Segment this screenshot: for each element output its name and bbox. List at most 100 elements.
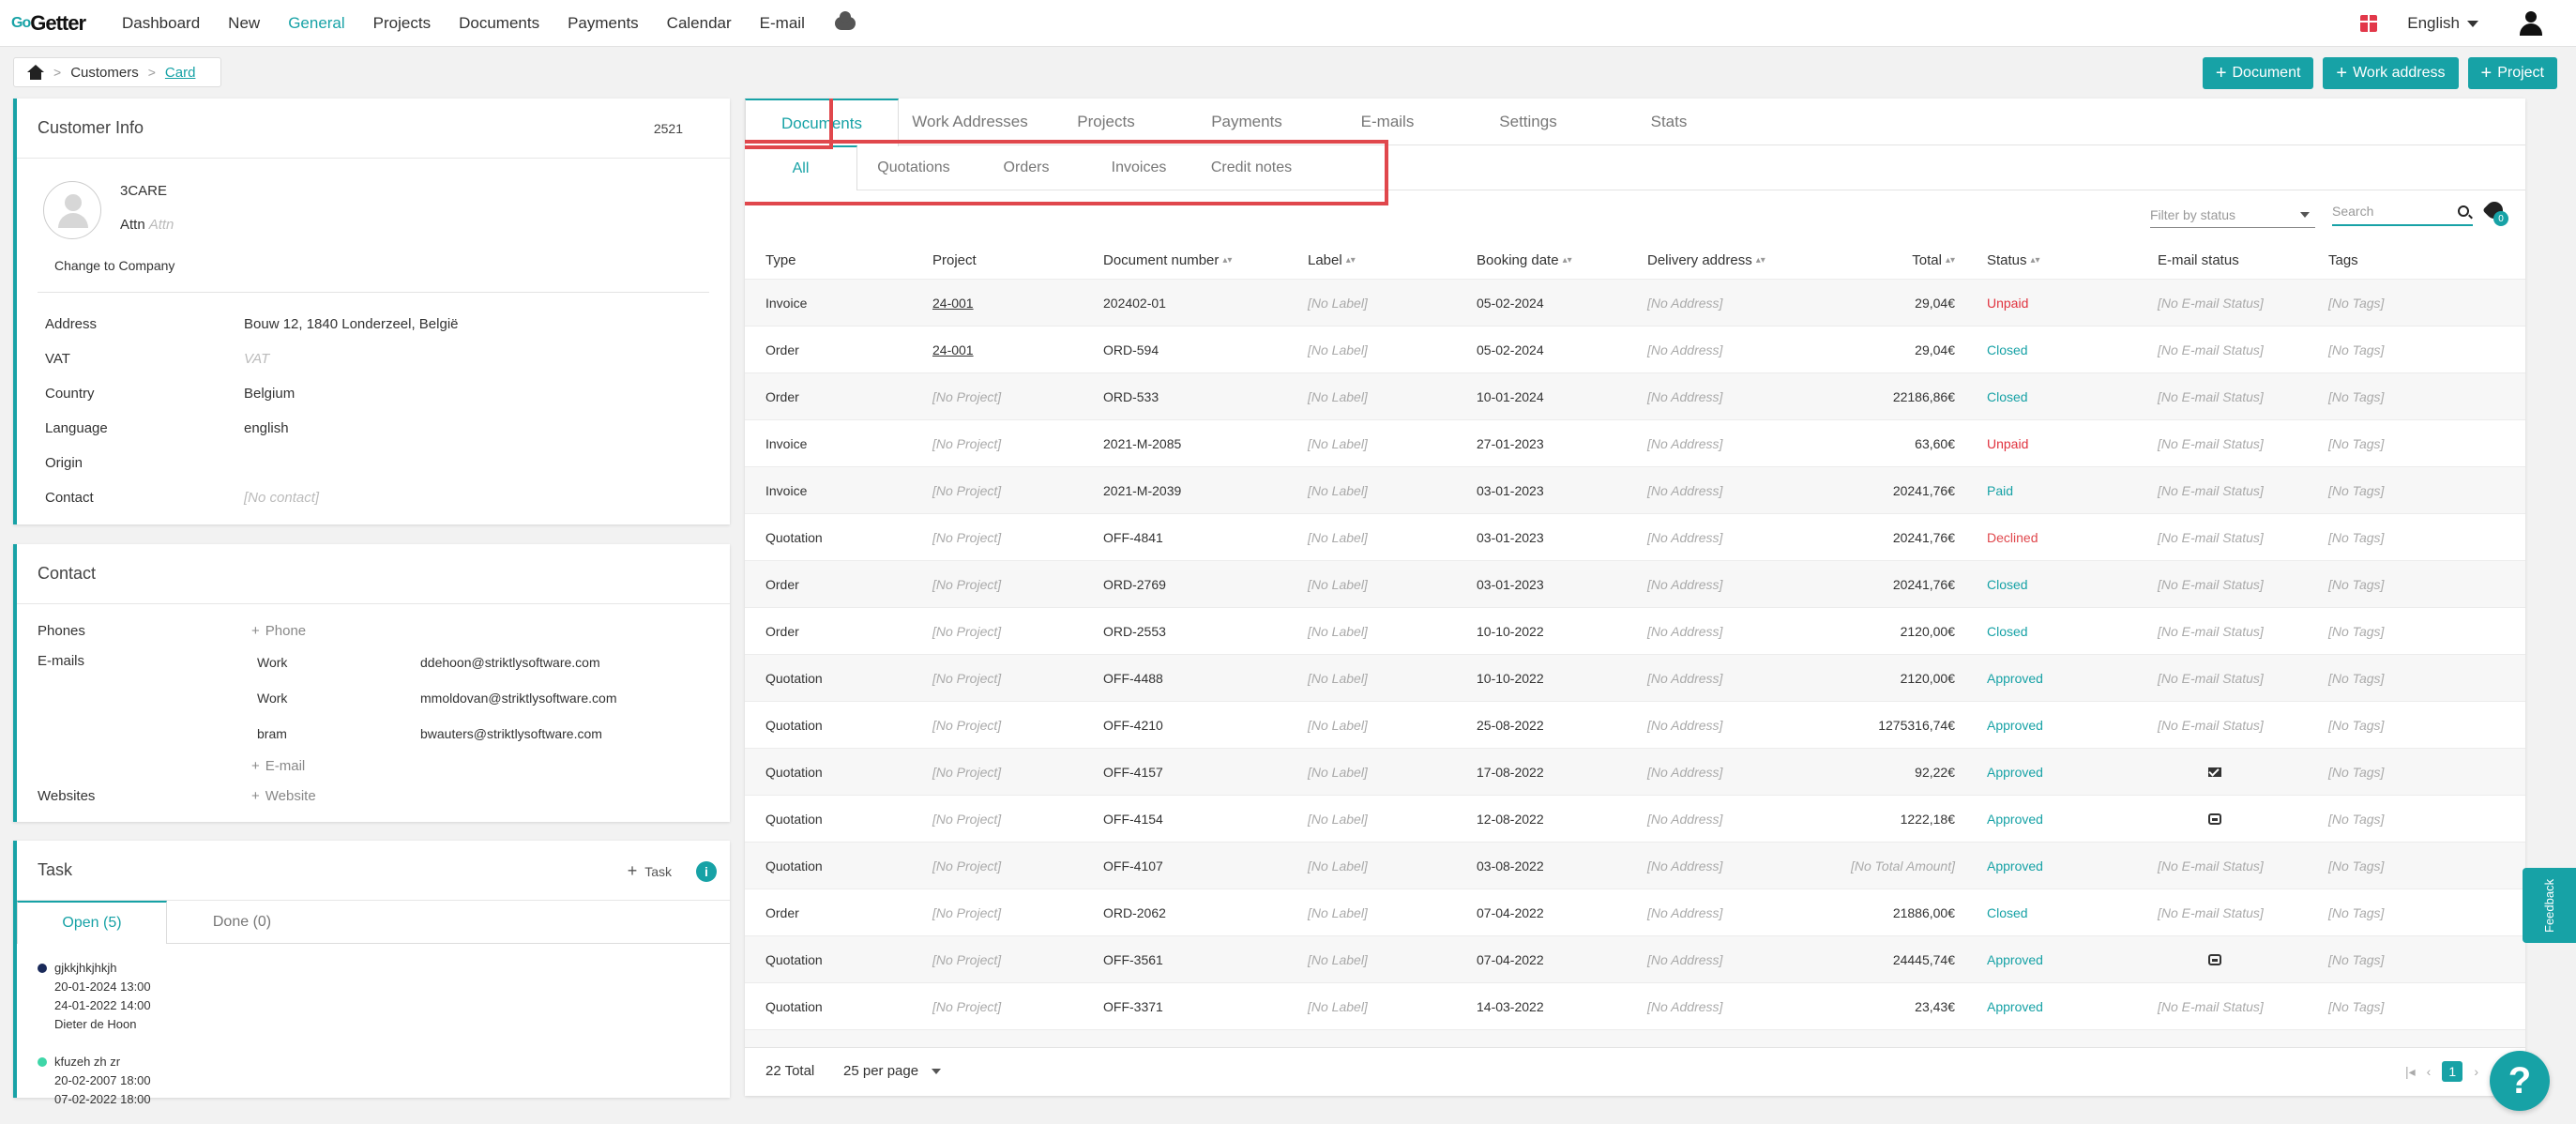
customer-name[interactable]: 3CARE — [120, 183, 167, 199]
table-row[interactable]: Invoice [No Project] 2021-M-2039 [No Label]… — [745, 466, 2525, 513]
add-website-button[interactable]: + Website — [251, 788, 316, 804]
tab-done[interactable]: Done (0) — [167, 901, 317, 943]
cell-project[interactable]: 24-001 — [932, 327, 974, 373]
tab-e-mails[interactable]: E-mails — [1317, 99, 1458, 145]
column-header-status[interactable]: Status ▴▾ — [1987, 241, 2040, 279]
table-row[interactable]: Quotation [No Project] OFF-4157 [No Label] 1… — [745, 748, 2525, 795]
sort-icon[interactable]: ▴▾ — [2031, 255, 2040, 265]
sort-icon[interactable]: ▴▾ — [1946, 255, 1955, 265]
email-row[interactable]: bram bwauters@striktlysoftware.com — [257, 726, 602, 741]
table-row[interactable]: Quotation [No Project] OFF-3561 [No Label] 0… — [745, 935, 2525, 982]
subtab-invoices[interactable]: Invoices — [1083, 145, 1195, 190]
email-row[interactable]: Work mmoldovan@striktlysoftware.com — [257, 691, 617, 706]
prev-page-icon[interactable]: ‹ — [2427, 1064, 2432, 1079]
email-address[interactable]: ddehoon@striktlysoftware.com — [420, 655, 600, 670]
nav-dashboard[interactable]: Dashboard — [122, 14, 200, 33]
email-address[interactable]: mmoldovan@striktlysoftware.com — [420, 691, 617, 706]
table-row[interactable]: Quotation [No Project] OFF-4210 [No Label] 2… — [745, 701, 2525, 748]
gogetter-logo[interactable]: Go Getter — [11, 0, 94, 47]
sort-icon[interactable]: ▴▾ — [1346, 255, 1356, 265]
gift-icon[interactable] — [2360, 15, 2378, 32]
cell-text: [No Label] — [1308, 812, 1368, 827]
table-row[interactable]: Order [No Project] ORD-533 [No Label] 10-01-… — [745, 372, 2525, 419]
cell-project[interactable]: 24-001 — [932, 280, 974, 327]
add-project-button[interactable]: + Project — [2467, 57, 2557, 89]
column-header-total[interactable]: Total ▴▾ — [1912, 241, 1955, 279]
change-to-company-link[interactable]: Change to Company — [54, 258, 174, 273]
field-value[interactable]: VAT — [244, 351, 269, 367]
attn-field[interactable]: Attn Attn — [120, 217, 174, 233]
nav-documents[interactable]: Documents — [459, 14, 539, 33]
per-page-dropdown[interactable]: 25 per page — [843, 1063, 942, 1079]
info-icon[interactable]: i — [696, 861, 717, 882]
field-value[interactable]: [No contact] — [244, 490, 319, 506]
table-row[interactable]: Quotation [No Project] OFF-4488 [No Label] 1… — [745, 654, 2525, 701]
column-header-booking-date[interactable]: Booking date ▴▾ — [1477, 241, 1572, 279]
sort-icon[interactable]: ▴▾ — [1756, 255, 1765, 265]
first-page-icon[interactable]: |◂ — [2405, 1064, 2416, 1080]
task-item[interactable]: gjkkjhkjhkjh 20-01-2024 13:00 24-01-2022 1… — [38, 959, 151, 1034]
tab-payments[interactable]: Payments — [1176, 99, 1317, 145]
field-value[interactable]: english — [244, 420, 289, 436]
search-icon[interactable] — [2458, 205, 2469, 217]
status-filter-dropdown[interactable]: Filter by status — [2150, 202, 2315, 228]
nav-payments[interactable]: Payments — [568, 14, 639, 33]
nav-new[interactable]: New — [228, 14, 260, 33]
breadcrumb-customers[interactable]: Customers — [70, 65, 139, 81]
nav-general[interactable]: General — [288, 14, 344, 33]
email-address[interactable]: bwauters@striktlysoftware.com — [420, 726, 602, 741]
tab-work-addresses[interactable]: Work Addresses — [895, 99, 1045, 145]
column-header-label[interactable]: Label ▴▾ — [1308, 241, 1356, 279]
sort-icon[interactable]: ▴▾ — [1222, 255, 1232, 265]
table-row[interactable]: Quotation [No Project] OFF-4841 [No Label] 0… — [745, 513, 2525, 560]
feedback-tab[interactable]: Feedback — [2523, 868, 2576, 943]
table-row[interactable]: Quotation [No Project] OFF-4107 [No Label] 0… — [745, 842, 2525, 889]
task-item[interactable]: kfuzeh zh zr 20-02-2007 18:00 07-02-2022 1… — [38, 1053, 151, 1109]
cell-label: [No Label] — [1308, 514, 1368, 561]
table-row[interactable]: Invoice 24-001 202402-01 [No Label] 05-02-20… — [745, 279, 2525, 326]
nav-projects[interactable]: Projects — [373, 14, 431, 33]
table-row[interactable]: Order [No Project] ORD-2553 [No Label] 10-10… — [745, 607, 2525, 654]
column-header-delivery-address[interactable]: Delivery address ▴▾ — [1647, 241, 1765, 279]
avatar[interactable] — [43, 181, 101, 239]
tab-projects[interactable]: Projects — [1036, 99, 1176, 145]
home-icon[interactable] — [27, 65, 44, 80]
field-value[interactable]: Bouw 12, 1840 Londerzeel, België — [244, 316, 459, 332]
help-button[interactable]: ? — [2490, 1051, 2550, 1111]
add-email-button[interactable]: + E-mail — [251, 758, 305, 774]
email-row[interactable]: Work ddehoon@striktlysoftware.com — [257, 655, 600, 670]
tab-open[interactable]: Open (5) — [17, 901, 167, 944]
cell-project: [No Project] — [932, 373, 1001, 420]
table-row[interactable]: Order [No Project] ORD-2062 [No Label] 07-04… — [745, 889, 2525, 935]
add-document-button[interactable]: + Document — [2202, 57, 2314, 89]
page-number-current[interactable]: 1 — [2442, 1061, 2463, 1082]
language-dropdown[interactable]: English — [2407, 14, 2478, 33]
table-row[interactable]: Order [No Project] ORD-2769 [No Label] 03-01… — [745, 560, 2525, 607]
add-work-address-button[interactable]: + Work address — [2323, 57, 2459, 89]
breadcrumb-card[interactable]: Card — [165, 65, 196, 81]
column-header-document-number[interactable]: Document number ▴▾ — [1103, 241, 1232, 279]
user-icon[interactable] — [2520, 11, 2542, 36]
tab-documents[interactable]: Documents — [745, 99, 899, 146]
add-phone-button[interactable]: + Phone — [251, 623, 306, 639]
nav-e-mail[interactable]: E-mail — [760, 14, 805, 33]
tab-stats[interactable]: Stats — [1599, 99, 1739, 145]
table-row[interactable]: Order 24-001 ORD-594 [No Label] 05-02-2024 [N… — [745, 326, 2525, 372]
cloud-icon[interactable] — [834, 10, 856, 30]
cell-address: [No Address] — [1647, 420, 1722, 467]
search-input[interactable]: Search — [2332, 198, 2473, 226]
sort-icon[interactable]: ▴▾ — [1563, 255, 1572, 265]
subtab-credit-notes[interactable]: Credit notes — [1195, 145, 1308, 190]
next-page-icon[interactable]: › — [2474, 1064, 2478, 1079]
tab-settings[interactable]: Settings — [1458, 99, 1599, 145]
table-row[interactable]: Invoice [No Project] 2021-M-2085 [No Label]… — [745, 419, 2525, 466]
cell-email: [No E-mail Status] — [2158, 514, 2264, 561]
add-task-button[interactable]: + Task — [628, 861, 672, 881]
field-value[interactable]: Belgium — [244, 386, 295, 402]
subtab-orders[interactable]: Orders — [970, 145, 1083, 190]
nav-calendar[interactable]: Calendar — [667, 14, 732, 33]
table-row[interactable]: Quotation [No Project] OFF-3371 [No Label] 1… — [745, 982, 2525, 1029]
subtab-quotations[interactable]: Quotations — [857, 145, 970, 190]
subtab-all[interactable]: All — [745, 145, 857, 190]
table-row[interactable]: Quotation [No Project] OFF-4154 [No Label] 1… — [745, 795, 2525, 842]
